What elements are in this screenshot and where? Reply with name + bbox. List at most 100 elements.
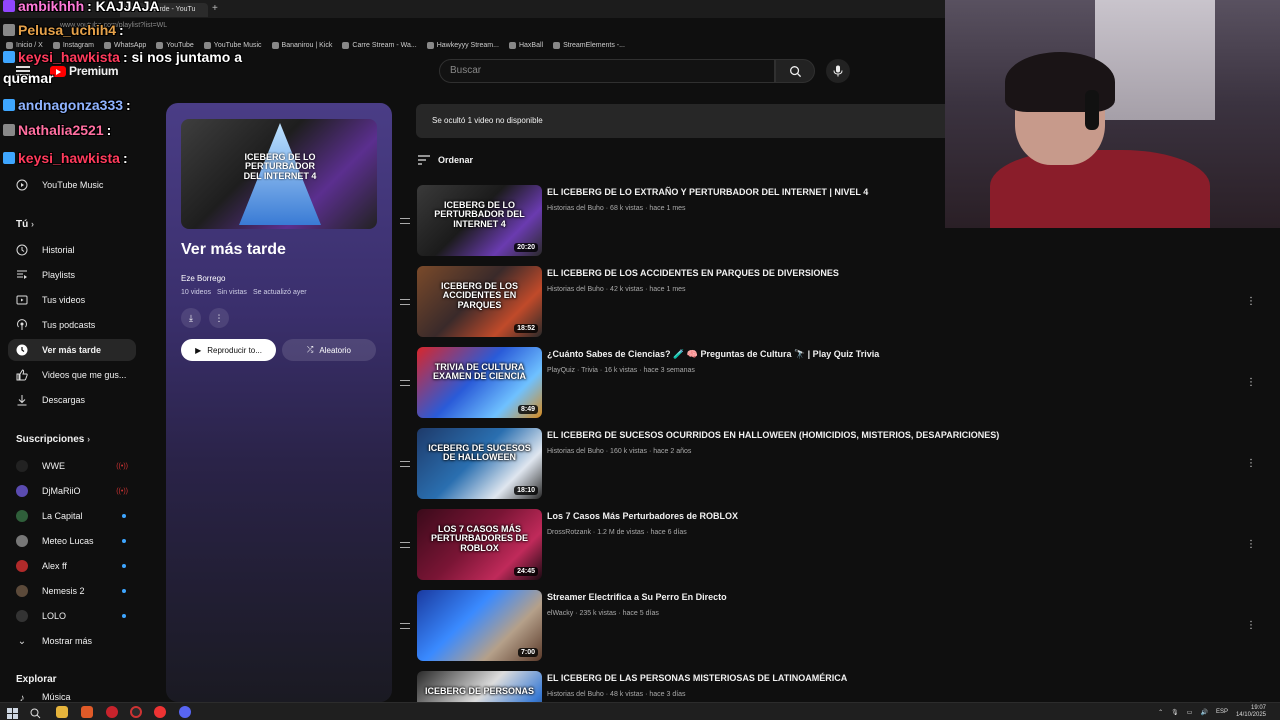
- sidebar-item-historial[interactable]: Historial: [8, 239, 136, 261]
- subscription-item[interactable]: Nemesis 2: [8, 580, 136, 602]
- chat-message: andnagonza333:: [3, 97, 131, 113]
- video-thumbnail[interactable]: 7:00: [417, 590, 542, 661]
- subscription-item[interactable]: Meteo Lucas: [8, 530, 136, 552]
- bookmark-item[interactable]: WhatsApp: [103, 41, 146, 49]
- windows-start-icon[interactable]: [7, 706, 19, 719]
- search-input[interactable]: Buscar: [439, 59, 775, 83]
- microphone-icon[interactable]: 🎙: [1171, 709, 1179, 716]
- sidebar-item-youtube-music[interactable]: YouTube Music: [8, 174, 136, 196]
- more-vert-icon[interactable]: ⋮: [1246, 620, 1256, 631]
- playlist-video-row[interactable]: TRIVIA DE CULTURA EXAMEN DE CIENCIA 8:49 ¿…: [396, 347, 1256, 421]
- drag-handle-icon[interactable]: [400, 218, 410, 224]
- video-thumbnail[interactable]: ICEBERG DE SUCESOS DE HALLOWEEN 18:10: [417, 428, 542, 499]
- chat-username: keysi_hawkista: [18, 150, 120, 166]
- channel-name[interactable]: Historias del Buho: [547, 286, 604, 293]
- video-title[interactable]: Los 7 Casos Más Perturbadores de ROBLOX: [547, 511, 738, 521]
- subscription-item[interactable]: LOLO: [8, 605, 136, 627]
- sort-button[interactable]: Ordenar: [418, 155, 473, 165]
- language-indicator[interactable]: ESP: [1216, 709, 1228, 715]
- bookmark-item[interactable]: Instagram: [52, 41, 94, 49]
- new-tab-button[interactable]: +: [212, 3, 218, 14]
- chevron-up-icon[interactable]: ⌃: [1158, 709, 1163, 716]
- shuffle-button[interactable]: ⤮ Aleatorio: [282, 339, 376, 361]
- obs-icon[interactable]: [130, 706, 142, 718]
- search-icon: [789, 65, 801, 77]
- channel-name[interactable]: Historias del Buho: [547, 448, 604, 455]
- subscription-label: Nemesis 2: [42, 586, 85, 596]
- drag-handle-icon[interactable]: [400, 623, 410, 629]
- video-title[interactable]: EL ICEBERG DE LAS PERSONAS MISTERIOSAS D…: [547, 673, 847, 683]
- more-vert-icon[interactable]: ⋮: [1246, 377, 1256, 388]
- sidebar-item-ver-mas-tarde[interactable]: Ver más tarde: [8, 339, 136, 361]
- search-icon[interactable]: [30, 706, 42, 719]
- search-button[interactable]: [775, 59, 815, 83]
- download-icon: ⤓: [189, 312, 193, 323]
- bookmark-item[interactable]: HaxBall: [508, 41, 543, 49]
- webcam-overlay: [945, 0, 1280, 228]
- recording-app-icon[interactable]: [154, 706, 166, 718]
- file-explorer-icon[interactable]: [56, 706, 68, 718]
- drag-handle-icon[interactable]: [400, 299, 410, 305]
- subscription-item[interactable]: La Capital: [8, 505, 136, 527]
- opera-icon[interactable]: [106, 706, 118, 718]
- bookmark-item[interactable]: StreamElements -...: [553, 41, 625, 49]
- bookmark-item[interactable]: Bananirou | Kick: [271, 41, 332, 49]
- video-title[interactable]: EL ICEBERG DE SUCESOS OCURRIDOS EN HALLO…: [547, 430, 999, 440]
- video-title[interactable]: ¿Cuánto Sabes de Ciencias? 🧪 🧠 Preguntas…: [547, 349, 879, 360]
- video-title[interactable]: Streamer Electrifica a Su Perro En Direc…: [547, 592, 727, 602]
- bookmark-item[interactable]: Inicio / X: [6, 41, 43, 49]
- bookmark-item[interactable]: YouTube: [156, 41, 194, 49]
- voice-search-button[interactable]: [826, 59, 850, 83]
- video-thumbnail[interactable]: ICEBERG DE LO PERTURBADOR DEL INTERNET 4…: [417, 185, 542, 256]
- sidebar-item-descargas[interactable]: Descargas: [8, 389, 136, 411]
- more-options-button[interactable]: ⋮: [209, 308, 229, 328]
- subscription-item[interactable]: DjMaRiiO ((•)): [8, 480, 136, 502]
- subscription-item[interactable]: Alex ff: [8, 555, 136, 577]
- subscription-item[interactable]: WWE ((•)): [8, 455, 136, 477]
- channel-name[interactable]: DrossRotzank: [547, 529, 591, 536]
- playlist-video-row[interactable]: LOS 7 CASOS MÁS PERTURBADORES DE ROBLOX 2…: [396, 509, 1256, 583]
- drag-handle-icon[interactable]: [400, 380, 410, 386]
- video-title[interactable]: EL ICEBERG DE LO EXTRAÑO Y PERTURBADOR D…: [547, 187, 868, 197]
- subscription-label: DjMaRiiO: [42, 486, 81, 496]
- sidebar-item-musica[interactable]: ♪ Música: [8, 692, 136, 702]
- more-vert-icon[interactable]: ⋮: [1246, 458, 1256, 469]
- brave-browser-icon[interactable]: [81, 706, 93, 718]
- playlist-owner[interactable]: Eze Borrego: [181, 274, 225, 283]
- drag-handle-icon[interactable]: [400, 542, 410, 548]
- channel-name[interactable]: elWacky: [547, 610, 573, 617]
- playlist-video-row[interactable]: ICEBERG DE LOS ACCIDENTES EN PARQUES 18:5…: [396, 266, 1256, 340]
- drag-handle-icon[interactable]: [400, 461, 410, 467]
- channel-name[interactable]: Historias del Buho: [547, 205, 604, 212]
- playlist-video-row[interactable]: 7:00 Streamer Electrifica a Su Perro En D…: [396, 590, 1256, 664]
- network-icon[interactable]: ▭: [1187, 709, 1193, 716]
- play-all-button[interactable]: ▶ Reproducir to...: [181, 339, 276, 361]
- volume-icon[interactable]: 🔊: [1200, 709, 1207, 716]
- show-more-button[interactable]: ⌄ Mostrar más: [8, 630, 136, 652]
- video-thumbnail[interactable]: LOS 7 CASOS MÁS PERTURBADORES DE ROBLOX 2…: [417, 509, 542, 580]
- bookmark-item[interactable]: Carre Stream - Wa...: [342, 41, 417, 49]
- channel-name[interactable]: PlayQuiz · Trivia: [547, 367, 598, 374]
- you-section-heading[interactable]: Tú ›: [16, 219, 34, 230]
- sidebar-item-tus-podcasts[interactable]: Tus podcasts: [8, 314, 136, 336]
- clock-date: 14/10/2025: [1235, 712, 1266, 718]
- playlist-video-row[interactable]: ICEBERG DE SUCESOS DE HALLOWEEN 18:10 EL I…: [396, 428, 1256, 502]
- channel-name[interactable]: Historias del Buho: [547, 691, 604, 698]
- playlist-cover-thumbnail[interactable]: ICEBERG DE LO PERTURBADOR DEL INTERNET 4: [181, 119, 377, 229]
- youtube-logo[interactable]: Premium: [50, 64, 119, 78]
- video-title[interactable]: EL ICEBERG DE LOS ACCIDENTES EN PARQUES …: [547, 268, 839, 278]
- video-thumbnail[interactable]: ICEBERG DE LOS ACCIDENTES EN PARQUES 18:5…: [417, 266, 542, 337]
- sidebar-item-playlists[interactable]: Playlists: [8, 264, 136, 286]
- bookmark-item[interactable]: YouTube Music: [203, 41, 262, 49]
- new-content-dot: [122, 564, 126, 568]
- sidebar-item-tus-videos[interactable]: Tus videos: [8, 289, 136, 311]
- sidebar-item-liked-videos[interactable]: Videos que me gus...: [8, 364, 136, 386]
- subscriptions-heading[interactable]: Suscripciones ›: [16, 434, 90, 445]
- discord-icon[interactable]: [179, 706, 191, 718]
- more-vert-icon[interactable]: ⋮: [1246, 539, 1256, 550]
- clock[interactable]: 19:07 14/10/2025: [1236, 705, 1266, 719]
- bookmark-item[interactable]: Hawkeyyy Stream...: [426, 41, 499, 49]
- video-thumbnail[interactable]: TRIVIA DE CULTURA EXAMEN DE CIENCIA 8:49: [417, 347, 542, 418]
- download-playlist-button[interactable]: ⤓: [181, 308, 201, 328]
- more-vert-icon[interactable]: ⋮: [1246, 296, 1256, 307]
